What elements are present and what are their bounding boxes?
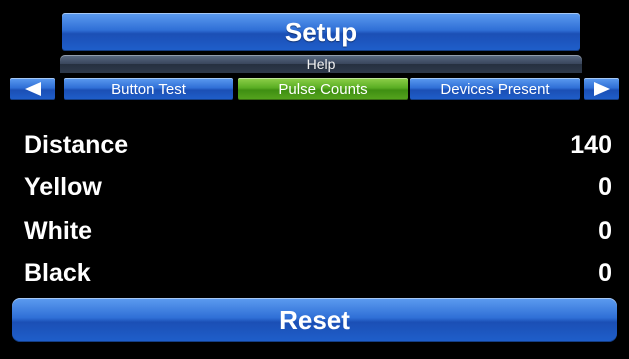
count-value: 0 [598, 172, 612, 201]
tab-label: Pulse Counts [278, 80, 368, 98]
tab-label: Devices Present [440, 80, 550, 98]
count-label: Black [24, 258, 91, 287]
arrow-left-icon [24, 82, 41, 96]
count-label: Yellow [24, 172, 102, 201]
count-value: 0 [598, 216, 612, 245]
count-label: White [24, 216, 93, 245]
count-value: 140 [570, 130, 612, 159]
count-row-distance: Distance 140 [24, 128, 612, 162]
count-row-black: Black 0 [24, 256, 612, 290]
reset-label: Reset [279, 304, 350, 335]
count-value: 0 [598, 258, 612, 287]
count-row-yellow: Yellow 0 [24, 170, 612, 204]
help-label: Help [306, 56, 336, 72]
tab-prev-button[interactable] [10, 78, 55, 100]
count-row-white: White 0 [24, 214, 612, 248]
count-label: Distance [24, 130, 129, 159]
tab-next-button[interactable] [584, 78, 619, 100]
tab-pulse-counts[interactable]: Pulse Counts [238, 78, 408, 100]
help-button[interactable]: Help [60, 55, 582, 73]
tab-bar: Button Test Pulse Counts Devices Present [10, 78, 619, 100]
page-title: Setup [284, 16, 358, 47]
page-title-bar: Setup [62, 13, 580, 51]
tab-devices-present[interactable]: Devices Present [410, 78, 580, 100]
tab-label: Button Test [111, 80, 186, 98]
arrow-right-icon [593, 82, 610, 96]
reset-button[interactable]: Reset [12, 298, 617, 342]
tab-button-test[interactable]: Button Test [64, 78, 233, 100]
